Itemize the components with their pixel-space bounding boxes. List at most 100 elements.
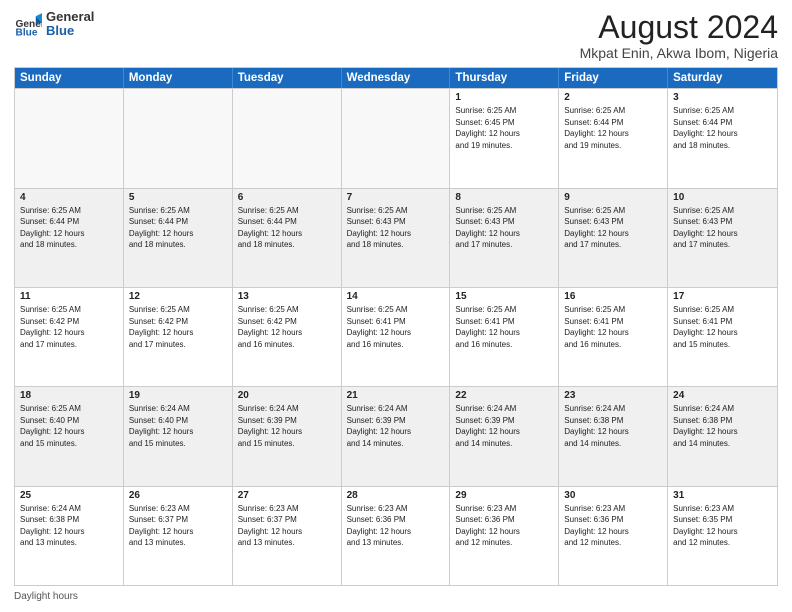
day-number: 1 [455, 92, 553, 103]
day-number: 29 [455, 490, 553, 501]
cal-cell-1: 1 Sunrise: 6:25 AM Sunset: 6:45 PM Daylig… [450, 89, 559, 187]
day-number: 31 [673, 490, 772, 501]
header-day-tuesday: Tuesday [233, 68, 342, 88]
day-number: 17 [673, 291, 772, 302]
day-number: 24 [673, 390, 772, 401]
day-number: 6 [238, 192, 336, 203]
week-row-0: 1 Sunrise: 6:25 AM Sunset: 6:45 PM Daylig… [15, 88, 777, 187]
day-info: Sunrise: 6:25 AM Sunset: 6:45 PM Dayligh… [455, 105, 553, 151]
cal-cell-25: 25Sunrise: 6:24 AM Sunset: 6:38 PM Dayli… [15, 487, 124, 585]
header: General Blue General Blue August 2024 Mk… [14, 10, 778, 61]
day-info: Sunrise: 6:24 AM Sunset: 6:38 PM Dayligh… [20, 503, 118, 549]
day-info: Sunrise: 6:25 AM Sunset: 6:41 PM Dayligh… [564, 304, 662, 350]
cal-cell-14: 14 Sunrise: 6:25 AM Sunset: 6:41 PM Dayli… [342, 288, 451, 386]
day-number: 28 [347, 490, 445, 501]
day-number: 3 [673, 92, 772, 103]
subtitle: Mkpat Enin, Akwa Ibom, Nigeria [580, 45, 778, 61]
cal-cell-11: 11Sunrise: 6:25 AM Sunset: 6:42 PM Dayli… [15, 288, 124, 386]
day-number: 19 [129, 390, 227, 401]
cal-cell-4: 4 Sunrise: 6:25 AM Sunset: 6:44 PM Daylig… [15, 189, 124, 287]
cal-cell-13: 13Sunrise: 6:25 AM Sunset: 6:42 PM Dayli… [233, 288, 342, 386]
cal-cell-7: 7 Sunrise: 6:25 AM Sunset: 6:43 PM Daylig… [342, 189, 451, 287]
day-info: Sunrise: 6:23 AM Sunset: 6:37 PM Dayligh… [129, 503, 227, 549]
day-number: 8 [455, 192, 553, 203]
day-number: 15 [455, 291, 553, 302]
day-info: Sunrise: 6:24 AM Sunset: 6:39 PM Dayligh… [347, 403, 445, 449]
day-info: Sunrise: 6:23 AM Sunset: 6:35 PM Dayligh… [673, 503, 772, 549]
cal-cell-15: 15 Sunrise: 6:25 AM Sunset: 6:41 PM Dayli… [450, 288, 559, 386]
day-info: Sunrise: 6:24 AM Sunset: 6:38 PM Dayligh… [673, 403, 772, 449]
day-number: 9 [564, 192, 662, 203]
day-info: Sunrise: 6:23 AM Sunset: 6:36 PM Dayligh… [347, 503, 445, 549]
day-info: Sunrise: 6:25 AM Sunset: 6:44 PM Dayligh… [238, 205, 336, 251]
cal-cell-6: 6 Sunrise: 6:25 AM Sunset: 6:44 PM Daylig… [233, 189, 342, 287]
cal-cell-10: 10Sunrise: 6:25 AM Sunset: 6:43 PM Dayli… [668, 189, 777, 287]
cal-cell-3: 3 Sunrise: 6:25 AM Sunset: 6:44 PM Daylig… [668, 89, 777, 187]
week-row-4: 25Sunrise: 6:24 AM Sunset: 6:38 PM Dayli… [15, 486, 777, 585]
cal-cell-21: 21 Sunrise: 6:24 AM Sunset: 6:39 PM Dayli… [342, 387, 451, 485]
day-number: 4 [20, 192, 118, 203]
day-info: Sunrise: 6:25 AM Sunset: 6:41 PM Dayligh… [455, 304, 553, 350]
month-title: August 2024 [580, 10, 778, 45]
day-number: 26 [129, 490, 227, 501]
cal-cell-22: 22 Sunrise: 6:24 AM Sunset: 6:39 PM Dayli… [450, 387, 559, 485]
cal-cell-29: 29 Sunrise: 6:23 AM Sunset: 6:36 PM Dayli… [450, 487, 559, 585]
title-block: August 2024 Mkpat Enin, Akwa Ibom, Niger… [580, 10, 778, 61]
day-number: 12 [129, 291, 227, 302]
calendar: SundayMondayTuesdayWednesdayThursdayFrid… [14, 67, 778, 586]
week-row-3: 18Sunrise: 6:25 AM Sunset: 6:40 PM Dayli… [15, 386, 777, 485]
day-number: 14 [347, 291, 445, 302]
day-info: Sunrise: 6:24 AM Sunset: 6:40 PM Dayligh… [129, 403, 227, 449]
cal-cell-5: 5Sunrise: 6:25 AM Sunset: 6:44 PM Daylig… [124, 189, 233, 287]
day-number: 11 [20, 291, 118, 302]
cal-cell-27: 27 Sunrise: 6:23 AM Sunset: 6:37 PM Dayli… [233, 487, 342, 585]
day-number: 27 [238, 490, 336, 501]
day-number: 18 [20, 390, 118, 401]
day-info: Sunrise: 6:25 AM Sunset: 6:43 PM Dayligh… [347, 205, 445, 251]
day-info: Sunrise: 6:25 AM Sunset: 6:42 PM Dayligh… [129, 304, 227, 350]
day-info: Sunrise: 6:25 AM Sunset: 6:43 PM Dayligh… [673, 205, 772, 251]
logo: General Blue General Blue [14, 10, 94, 39]
day-info: Sunrise: 6:23 AM Sunset: 6:37 PM Dayligh… [238, 503, 336, 549]
day-info: Sunrise: 6:24 AM Sunset: 6:39 PM Dayligh… [455, 403, 553, 449]
logo-blue: Blue [46, 24, 94, 38]
cal-cell-19: 19 Sunrise: 6:24 AM Sunset: 6:40 PM Dayli… [124, 387, 233, 485]
cal-cell-empty-2 [233, 89, 342, 187]
day-number: 7 [347, 192, 445, 203]
day-info: Sunrise: 6:25 AM Sunset: 6:44 PM Dayligh… [564, 105, 662, 151]
cal-cell-20: 20Sunrise: 6:24 AM Sunset: 6:39 PM Dayli… [233, 387, 342, 485]
cal-cell-empty-3 [342, 89, 451, 187]
day-info: Sunrise: 6:25 AM Sunset: 6:41 PM Dayligh… [347, 304, 445, 350]
day-number: 20 [238, 390, 336, 401]
header-day-friday: Friday [559, 68, 668, 88]
day-number: 13 [238, 291, 336, 302]
cal-cell-31: 31 Sunrise: 6:23 AM Sunset: 6:35 PM Dayli… [668, 487, 777, 585]
cal-cell-28: 28 Sunrise: 6:23 AM Sunset: 6:36 PM Dayli… [342, 487, 451, 585]
svg-text:Blue: Blue [16, 28, 38, 38]
header-day-wednesday: Wednesday [342, 68, 451, 88]
logo-general: General [46, 10, 94, 24]
header-day-thursday: Thursday [450, 68, 559, 88]
day-number: 30 [564, 490, 662, 501]
day-info: Sunrise: 6:25 AM Sunset: 6:44 PM Dayligh… [20, 205, 118, 251]
logo-icon: General Blue [14, 10, 42, 38]
footer: Daylight hours [14, 591, 778, 602]
calendar-body: 1 Sunrise: 6:25 AM Sunset: 6:45 PM Daylig… [15, 88, 777, 585]
cal-cell-24: 24 Sunrise: 6:24 AM Sunset: 6:38 PM Dayli… [668, 387, 777, 485]
cal-cell-26: 26 Sunrise: 6:23 AM Sunset: 6:37 PM Dayli… [124, 487, 233, 585]
day-number: 21 [347, 390, 445, 401]
cal-cell-18: 18Sunrise: 6:25 AM Sunset: 6:40 PM Dayli… [15, 387, 124, 485]
week-row-1: 4 Sunrise: 6:25 AM Sunset: 6:44 PM Daylig… [15, 188, 777, 287]
day-info: Sunrise: 6:25 AM Sunset: 6:43 PM Dayligh… [564, 205, 662, 251]
day-number: 16 [564, 291, 662, 302]
day-info: Sunrise: 6:25 AM Sunset: 6:44 PM Dayligh… [673, 105, 772, 151]
day-info: Sunrise: 6:25 AM Sunset: 6:43 PM Dayligh… [455, 205, 553, 251]
day-info: Sunrise: 6:24 AM Sunset: 6:38 PM Dayligh… [564, 403, 662, 449]
day-number: 22 [455, 390, 553, 401]
header-day-sunday: Sunday [15, 68, 124, 88]
day-info: Sunrise: 6:25 AM Sunset: 6:44 PM Dayligh… [129, 205, 227, 251]
day-info: Sunrise: 6:23 AM Sunset: 6:36 PM Dayligh… [455, 503, 553, 549]
cal-cell-9: 9 Sunrise: 6:25 AM Sunset: 6:43 PM Daylig… [559, 189, 668, 287]
day-info: Sunrise: 6:23 AM Sunset: 6:36 PM Dayligh… [564, 503, 662, 549]
cal-cell-17: 17Sunrise: 6:25 AM Sunset: 6:41 PM Dayli… [668, 288, 777, 386]
